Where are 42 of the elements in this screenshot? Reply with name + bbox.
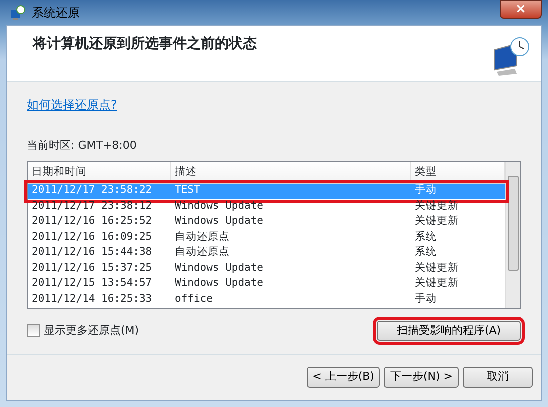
- table-cell-text: Windows Update: [174, 214, 265, 230]
- table-cell-text: 关键更新: [414, 260, 460, 276]
- scrollbar[interactable]: [505, 162, 520, 308]
- checkbox[interactable]: [27, 324, 40, 338]
- table-cell-text: 2011/12/17 23:38:12: [31, 198, 154, 214]
- dialog-button[interactable]: < 上一步(B): [306, 367, 380, 388]
- table-row[interactable]: 2011/12/16 15:44:38 自动还原点 系统: [28, 246, 505, 261]
- table-cell-text: Windows Update: [174, 260, 265, 276]
- table-cell-text: Windows Update: [174, 276, 265, 292]
- table-cell-text: 手动: [414, 292, 438, 307]
- dialog-button[interactable]: 下一步(N) >: [384, 367, 459, 388]
- table-cell-text: 手动: [414, 183, 438, 198]
- page-heading: 将计算机还原到所选事件之前的状态: [33, 36, 257, 54]
- timezone-label: 当前时区: GMT+8:00: [27, 138, 138, 154]
- table-cell-text: Windows Update: [174, 198, 265, 214]
- table-row[interactable]: 2011/12/16 16:09:25 自动还原点 系统: [28, 230, 505, 246]
- table-cell-text: 关键更新: [414, 214, 460, 230]
- table-row[interactable]: 2011/12/16 15:37:25 Windows Update 关键更新: [28, 261, 505, 276]
- help-link[interactable]: 如何选择还原点?: [27, 96, 118, 114]
- table-cell-text: TEST: [174, 183, 202, 198]
- table-cell-text: 2011/12/16 15:37:25: [31, 260, 154, 276]
- table-cell-text: 自动还原点: [174, 245, 231, 260]
- table-cell-text: 2011/12/16 15:44:38: [31, 245, 154, 260]
- table-row[interactable]: 2011/12/16 16:25:52 Windows Update 关键更新: [28, 214, 505, 230]
- window-title: 系统还原: [32, 4, 80, 22]
- table-cell-text: 关键更新: [414, 198, 460, 214]
- table-cell-text: office: [174, 292, 214, 307]
- table-cell-text: 系统: [414, 245, 438, 260]
- table-cell-text: 2011/12/17 23:58:22: [31, 183, 154, 198]
- table-cell-text: 2011/12/16 16:09:25: [31, 230, 154, 245]
- table-cell-text: 自动还原点: [174, 230, 231, 245]
- restore-icon: [10, 4, 26, 20]
- checkbox-label: 显示更多还原点(M): [44, 322, 140, 338]
- table-row[interactable]: 2011/12/15 13:54:57 Windows Update 关键更新: [28, 276, 505, 292]
- table-cell-text: 2011/12/15 13:54:57: [31, 276, 154, 292]
- table-cell-text: 系统: [414, 230, 438, 245]
- table-cell-text: 2011/12/14 16:25:33: [31, 292, 154, 307]
- table-cell-text: 关键更新: [414, 276, 460, 292]
- table-row[interactable]: 2011/12/14 16:25:33 office 手动: [28, 292, 505, 308]
- dialog-button[interactable]: 取消: [463, 367, 533, 388]
- table-cell-text: 2011/12/16 16:25:52: [31, 214, 154, 230]
- table-row[interactable]: 2011/12/17 23:38:12 Windows Update 关键更新: [28, 199, 505, 214]
